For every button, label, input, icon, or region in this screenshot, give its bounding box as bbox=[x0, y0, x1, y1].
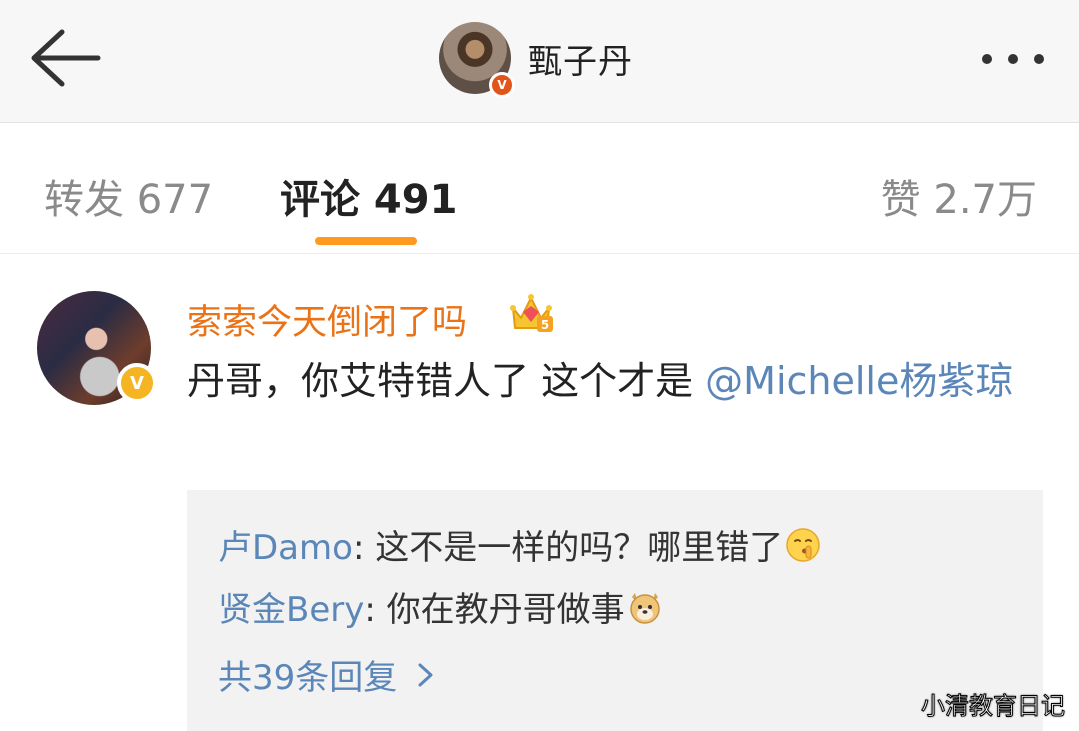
replies-box: 卢Damo : 这不是一样的吗？哪里错了 贤金Bery : 你在教丹哥做事 共3… bbox=[187, 490, 1043, 731]
chevron-right-icon bbox=[418, 663, 433, 686]
crown-level-5-icon: 5 bbox=[510, 294, 553, 332]
watermark: 小清教育日记 bbox=[921, 692, 1066, 721]
mention-link[interactable]: @Michelle杨紫琼 bbox=[705, 359, 1013, 403]
tab-bar: 转发 677 评论 491 赞 2.7万 bbox=[0, 123, 1079, 254]
reply-item[interactable]: 卢Damo : 这不是一样的吗？哪里错了 bbox=[218, 520, 821, 569]
active-tab-indicator bbox=[315, 237, 417, 245]
page-title: 甄子丹 bbox=[528, 42, 633, 82]
view-more-replies-link[interactable]: 共39条回复 bbox=[218, 650, 437, 699]
reply-item[interactable]: 贤金Bery : 你在教丹哥做事 bbox=[218, 582, 663, 631]
verified-badge-icon: V bbox=[489, 72, 515, 98]
svg-text:5: 5 bbox=[541, 318, 549, 332]
commenter-name[interactable]: 索索今天倒闭了吗 bbox=[187, 294, 467, 345]
arrow-left-icon[interactable] bbox=[26, 26, 106, 90]
more-horizontal-icon[interactable] bbox=[976, 44, 1052, 74]
reply-author[interactable]: 贤金Bery bbox=[218, 582, 364, 631]
tab-reposts[interactable]: 转发 677 bbox=[44, 167, 213, 225]
doge-emoji-icon bbox=[629, 592, 660, 624]
comment-item: V 索索今天倒闭了吗 5 丹哥，你艾特错人了 这个才是 @Michelle杨紫琼… bbox=[0, 254, 1079, 731]
verified-gold-badge-icon: V bbox=[117, 363, 157, 403]
more-replies-label: 共39条回复 bbox=[218, 658, 398, 698]
commenter-avatar[interactable]: V bbox=[37, 291, 157, 405]
profile-avatar[interactable]: V bbox=[439, 22, 515, 98]
top-bar: V 甄子丹 bbox=[0, 0, 1079, 123]
comment-body: 丹哥，你艾特错人了 这个才是 bbox=[187, 359, 706, 403]
tab-comments[interactable]: 评论 491 bbox=[280, 167, 457, 225]
reply-author[interactable]: 卢Damo bbox=[218, 520, 353, 569]
tab-likes[interactable]: 赞 2.7万 bbox=[881, 167, 1037, 225]
reply-text: : 你在教丹哥做事 bbox=[364, 590, 625, 630]
shush-emoji-icon bbox=[786, 527, 820, 562]
reply-text: : 这不是一样的吗？哪里错了 bbox=[352, 528, 784, 568]
comment-text: 丹哥，你艾特错人了 这个才是 @Michelle杨紫琼 bbox=[187, 352, 1037, 410]
